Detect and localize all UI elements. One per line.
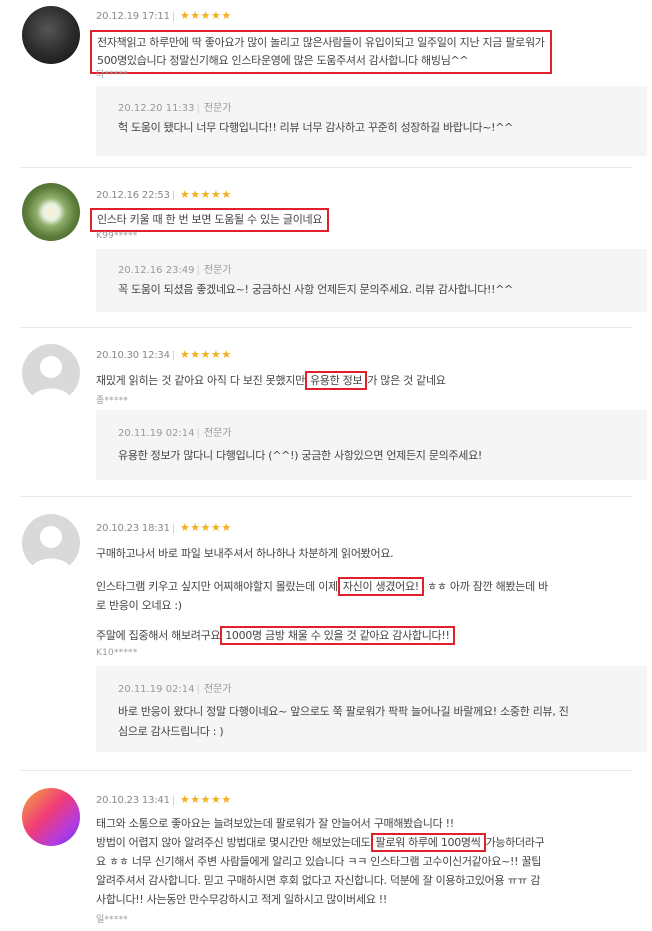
review-user: 종***** (96, 396, 128, 406)
divider (20, 496, 632, 497)
review-meta: 20.12.16 22:53 | ★★★★★ (96, 188, 232, 201)
review-user: K10***** (96, 648, 138, 658)
reply-text: 바로 반응이 왔다니 정말 다행이네요~ 앞으로도 쭉 팔로워가 팍팍 늘어나길… (118, 705, 569, 738)
star-rating-icon: ★★★★★ (179, 348, 232, 361)
review-user: K99***** (96, 231, 138, 241)
review-text: 태그와 소통으로 좋아요는 늘려보았는데 팔로워가 잘 안늘어서 구매해봤습니다… (96, 817, 454, 830)
star-rating-icon: ★★★★★ (179, 9, 232, 22)
review-text: 로 반응이 오네요 :) (96, 599, 182, 612)
highlight-box: 1000명 금방 채울 수 있을 것 같아요 감사합니다!! (220, 626, 455, 645)
review-text-highlight: 인스타 키울 때 한 번 보면 도움될 수 있는 글이네요 (90, 208, 330, 232)
divider (20, 770, 632, 771)
review-date: 20.10.23 13:41 (96, 795, 170, 806)
review-text: 인스타그램 키우고 싶지만 어찌해야할지 몰랐는데 이제 자신이 생겼어요! ㅎㅎ… (96, 577, 548, 596)
review-date: 20.10.30 12:34 (96, 350, 170, 361)
reply-date: 20.11.19 02:14 (118, 428, 195, 439)
review-user: 다***** (96, 70, 128, 80)
review-text: 방법이 어렵지 않아 알려주신 방법대로 몇시간만 해보았는데도 팔로워 하루에 … (96, 833, 545, 852)
seller-reply: 20.12.16 23:49 | 전문가 꼭 도움이 되셨음 좋겠네요~! 궁금하신… (96, 249, 647, 312)
star-rating-icon: ★★★★★ (179, 793, 232, 806)
review-date: 20.12.16 22:53 (96, 190, 170, 201)
avatar (22, 183, 80, 241)
highlight-box: 자신이 생겼어요! (337, 577, 424, 596)
seller-reply: 20.12.20 11:33 | 전문가 헉 도움이 됐다니 너무 다행입니다!! … (96, 86, 647, 156)
reply-text: 유용한 정보가 많다니 다행입니다 (^^!) 궁금한 사항있으면 언제든지 문… (118, 449, 483, 462)
seller-reply: 20.11.19 02:14 | 전문가 바로 반응이 왔다니 정말 다행이네요~ … (96, 666, 647, 752)
review-text-highlight: 전자책읽고 하루만에 딱 좋아요가 많이 놀리고 많은사람들이 유입이되고 일주… (90, 30, 552, 74)
highlight-box: 팔로워 하루에 100명씩 (370, 833, 486, 852)
reply-text: 헉 도움이 됐다니 너무 다행입니다!! 리뷰 너무 감사하고 꾸준히 성장하길… (118, 121, 514, 134)
seller-tag: 전문가 (203, 103, 232, 114)
review-text: 구매하고나서 바로 파일 보내주셔서 하나하나 차분하게 읽어봤어요. (96, 547, 394, 560)
avatar (22, 788, 80, 846)
divider (20, 327, 632, 328)
review-date: 20.12.19 17:11 (96, 11, 170, 22)
reply-meta: 20.11.19 02:14 | 전문가 (118, 428, 232, 439)
highlight-box: 유용한 정보 (304, 371, 368, 390)
reply-meta: 20.12.20 11:33 | 전문가 (118, 103, 232, 114)
review-meta: 20.10.23 18:31 | ★★★★★ (96, 521, 232, 534)
review-user: 일***** (96, 915, 128, 925)
review-meta: 20.12.19 17:11 | ★★★★★ (96, 9, 232, 22)
reply-date: 20.12.20 11:33 (118, 103, 195, 114)
avatar (22, 514, 80, 572)
review-text: 요 ㅎㅎ 너무 신기해서 주변 사람들에게 알리고 있습니다 ㅋㅋ 인스타그램 … (96, 855, 542, 868)
divider (20, 167, 632, 168)
review-meta: 20.10.23 13:41 | ★★★★★ (96, 793, 232, 806)
reply-meta: 20.11.19 02:14 | 전문가 (118, 684, 232, 695)
default-user-icon (30, 356, 72, 402)
star-rating-icon: ★★★★★ (179, 521, 232, 534)
reply-date: 20.11.19 02:14 (118, 684, 195, 695)
reply-text: 꼭 도움이 되셨음 좋겠네요~! 궁금하신 사항 언제든지 문의주세요. 리뷰 … (118, 283, 514, 296)
review-meta: 20.10.30 12:34 | ★★★★★ (96, 348, 232, 361)
review-text: 사합니다!! 사는동안 만수무강하시고 적게 일하시고 많이버세요 !! (96, 893, 387, 906)
seller-tag: 전문가 (203, 428, 232, 439)
avatar (22, 6, 80, 64)
avatar (22, 344, 80, 402)
review-text: 알려주셔서 감사합니다. 믿고 구매하시면 후회 없다고 자신합니다. 덕분에 … (96, 874, 541, 887)
seller-tag: 전문가 (203, 684, 232, 695)
review-text: 주말에 집중해서 해보려구요 1000명 금방 채울 수 있을 것 같아요 감사합… (96, 626, 455, 645)
review-date: 20.10.23 18:31 (96, 523, 170, 534)
seller-tag: 전문가 (203, 265, 232, 276)
reply-date: 20.12.16 23:49 (118, 265, 195, 276)
seller-reply: 20.11.19 02:14 | 전문가 유용한 정보가 많다니 다행입니다 (^^… (96, 410, 647, 480)
review-text: 재밌게 읽히는 것 같아요 아직 다 보진 못했지만 유용한 정보 가 많은 것 같… (96, 371, 446, 390)
reply-meta: 20.12.16 23:49 | 전문가 (118, 265, 232, 276)
default-user-icon (30, 526, 72, 572)
star-rating-icon: ★★★★★ (179, 188, 232, 201)
